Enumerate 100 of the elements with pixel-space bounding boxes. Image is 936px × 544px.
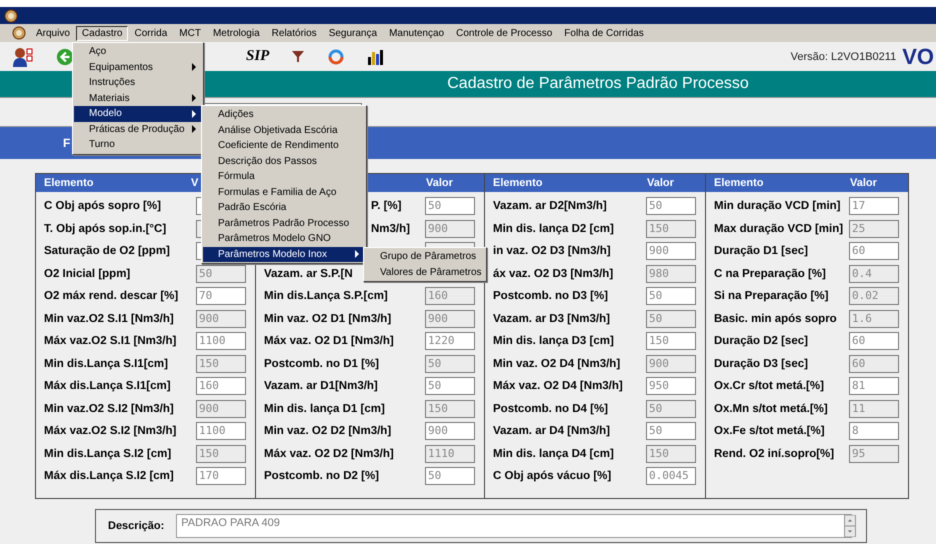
value-field[interactable]: 8 xyxy=(849,422,899,440)
value-field[interactable]: 50 xyxy=(425,354,475,373)
refresh-icon[interactable] xyxy=(327,48,346,66)
element-header: Elemento xyxy=(493,177,543,189)
value-field[interactable]: 900 xyxy=(646,242,696,260)
value-field[interactable]: 900 xyxy=(425,310,475,328)
value-field[interactable]: 17 xyxy=(849,197,899,216)
value-field[interactable]: 900 xyxy=(425,220,475,238)
parameter-label: Máx dis.Lança S.I2 [cm] xyxy=(44,470,174,482)
value-field[interactable]: 50 xyxy=(425,197,475,216)
value-field[interactable]: 1220 xyxy=(425,332,475,350)
sip-button[interactable]: SIP xyxy=(246,48,270,65)
value-field[interactable]: 50 xyxy=(646,287,696,306)
parameter-label: Máx vaz.O2 S.I1 [Nm3/h] xyxy=(44,335,176,348)
menu-item[interactable]: Formulas e Familia de Aço xyxy=(203,184,365,200)
parameter-label: Postcomb. no D1 [%] xyxy=(264,358,380,370)
value-field[interactable]: 50 xyxy=(425,467,475,486)
menu-item[interactable]: Equipamentos xyxy=(74,60,202,75)
value-field[interactable]: 0.02 xyxy=(849,287,899,306)
value-field[interactable]: 150 xyxy=(425,400,475,418)
value-field[interactable]: 150 xyxy=(196,354,246,373)
user-icon[interactable] xyxy=(12,46,34,66)
menu-item[interactable]: Aço xyxy=(74,44,202,60)
value-field[interactable]: 70 xyxy=(196,287,246,306)
parameter-label: Máx vaz. O2 D4 [Nm3/h] xyxy=(493,380,623,392)
value-field[interactable]: 25 xyxy=(849,220,899,238)
menu-item[interactable]: Turno xyxy=(74,137,202,152)
menu-item[interactable]: Fórmula xyxy=(203,169,365,184)
parameter-label: O2 máx rend. descar [%] xyxy=(44,290,178,302)
scroll-down-icon[interactable] xyxy=(844,526,856,537)
menu-item[interactable]: Arquivo xyxy=(30,26,76,40)
menu-item[interactable]: Análise Objetivada Escória xyxy=(203,122,365,138)
value-field[interactable]: 50 xyxy=(646,197,696,216)
menu-item[interactable]: Folha de Corridas xyxy=(558,26,650,40)
menu-item[interactable]: Coeficiente de Rendimento xyxy=(203,138,365,154)
value-field[interactable]: 150 xyxy=(646,332,696,350)
value-field[interactable]: 60 xyxy=(849,242,899,260)
menu-item[interactable]: Cadastro xyxy=(76,26,128,40)
menu-item[interactable]: Segurança xyxy=(322,26,384,40)
scroll-up-icon[interactable] xyxy=(844,515,856,526)
value-field[interactable]: 50 xyxy=(646,422,696,440)
value-field[interactable]: 50 xyxy=(646,400,696,418)
value-field[interactable]: 170 xyxy=(196,467,246,486)
value-field[interactable]: 900 xyxy=(646,354,696,373)
value-field[interactable]: 50 xyxy=(646,310,696,328)
menu-item[interactable]: Instruções xyxy=(74,75,202,90)
parameter-label: C na Preparação [%] xyxy=(714,268,826,280)
value-field[interactable]: 980 xyxy=(646,264,696,283)
menu-item[interactable]: Grupo de Pârametros xyxy=(365,249,485,264)
value-field[interactable]: 900 xyxy=(196,400,246,418)
menu-item[interactable]: Adições xyxy=(203,107,365,122)
parameter-label: in vaz. O2 D3 [Nm3/h] xyxy=(493,245,611,258)
value-field[interactable]: 1100 xyxy=(196,332,246,350)
bar-chart-icon[interactable] xyxy=(367,48,384,64)
parameter-label: O2 Inicial [ppm] xyxy=(44,268,130,280)
menu-item[interactable]: Descrição dos Passos xyxy=(203,154,365,169)
funnel-icon[interactable] xyxy=(291,50,306,64)
value-field[interactable]: 150 xyxy=(646,220,696,238)
menu-item[interactable]: Parâmetros Modelo Inox xyxy=(203,246,365,262)
value-field[interactable]: 60 xyxy=(849,354,899,373)
menu-item[interactable]: Parâmetros Modelo GNO xyxy=(203,231,365,246)
menu-item[interactable]: Manutençao xyxy=(383,26,450,40)
menu-item[interactable]: Materiais xyxy=(74,90,202,106)
value-field[interactable]: 1110 xyxy=(425,444,475,463)
menu-item[interactable]: Corrida xyxy=(128,26,174,40)
back-icon[interactable] xyxy=(56,48,74,66)
value-field[interactable]: 0.4 xyxy=(849,264,899,283)
parameter-label: Min vaz. O2 D1 [Nm3/h] xyxy=(264,312,392,325)
value-header: Valor xyxy=(426,177,454,189)
value-field[interactable]: 150 xyxy=(646,444,696,463)
value-field[interactable]: 150 xyxy=(196,444,246,463)
menu-item[interactable]: MCT xyxy=(173,26,207,40)
value-field[interactable]: 0.0045 xyxy=(646,467,696,486)
value-field[interactable]: 160 xyxy=(196,377,246,396)
menu-item[interactable]: Modelo xyxy=(74,106,202,122)
value-field[interactable]: 950 xyxy=(646,377,696,396)
menu-item[interactable]: Padrão Escória xyxy=(203,200,365,216)
value-field[interactable]: 160 xyxy=(425,287,475,306)
value-field[interactable]: 95 xyxy=(849,444,899,463)
value-field[interactable]: 50 xyxy=(425,377,475,396)
value-field[interactable]: 60 xyxy=(849,332,899,350)
parameter-label: P. [%] xyxy=(371,200,402,212)
description-label: Descrição: xyxy=(108,520,164,532)
value-field[interactable]: 1.6 xyxy=(849,310,899,328)
menu-item[interactable]: Parâmetros Padrão Processo xyxy=(203,216,365,231)
description-field[interactable]: PADRAO PARA 409 xyxy=(176,514,852,538)
menu-item[interactable]: Relatórios xyxy=(266,26,323,40)
value-field[interactable]: 1100 xyxy=(196,422,246,440)
value-field[interactable]: 900 xyxy=(425,422,475,440)
value-field[interactable]: 900 xyxy=(196,310,246,328)
menu-item[interactable]: Metrologia xyxy=(206,26,266,40)
menu-item[interactable]: Controle de Processo xyxy=(450,26,558,40)
value-field[interactable]: 50 xyxy=(196,264,246,283)
menu-item[interactable]: Práticas de Produção xyxy=(74,122,202,137)
value-field[interactable]: 11 xyxy=(849,400,899,418)
element-header: Elemento xyxy=(44,177,94,189)
menu-item[interactable]: Valores de Pârametros xyxy=(365,264,485,280)
value-field[interactable]: 81 xyxy=(849,377,899,396)
parameter-label: Máx dis.Lança S.I1[cm] xyxy=(44,380,171,392)
app-icon[interactable] xyxy=(12,26,26,40)
